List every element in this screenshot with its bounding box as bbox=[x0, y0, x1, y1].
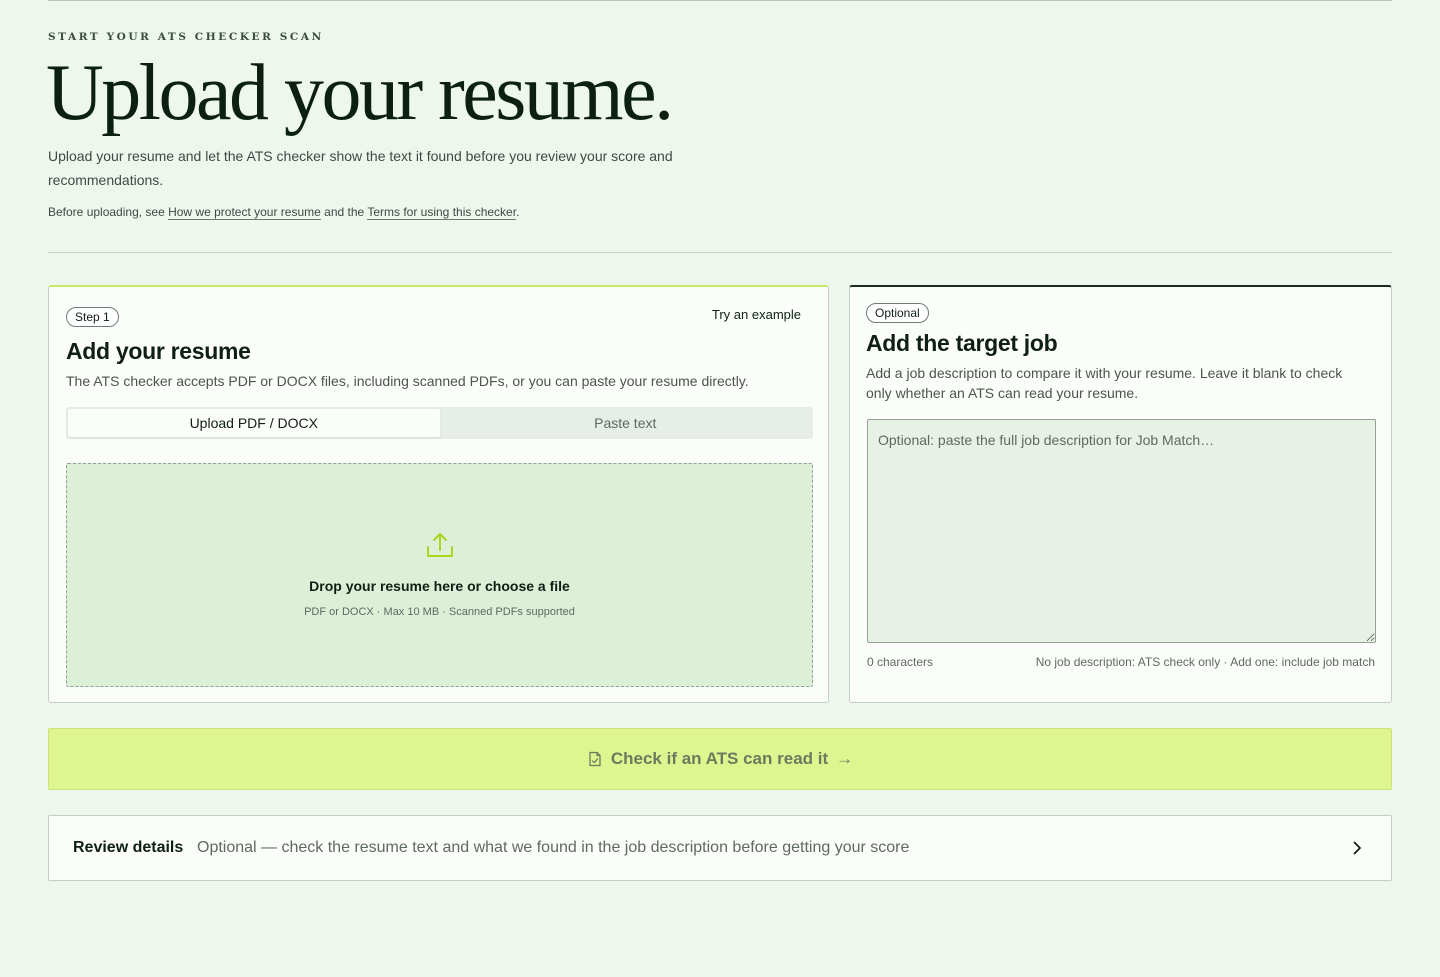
terms-link[interactable]: Terms for using this checker bbox=[367, 205, 517, 220]
job-card: Optional Add the target job Add a job de… bbox=[849, 285, 1392, 703]
tab-paste-text[interactable]: Paste text bbox=[440, 409, 812, 437]
tab-upload[interactable]: Upload PDF / DOCX bbox=[68, 409, 440, 437]
check-ats-button[interactable]: Check if an ATS can read it → bbox=[48, 728, 1392, 790]
note-middle: and the bbox=[320, 205, 368, 219]
job-card-title: Add the target job bbox=[866, 330, 1058, 356]
resume-card: Step 1 Try an example Add your resume Th… bbox=[48, 285, 829, 703]
job-card-description: Add a job description to compare it with… bbox=[866, 365, 1343, 401]
note-suffix: . bbox=[516, 205, 520, 219]
try-example-link[interactable]: Try an example bbox=[712, 307, 801, 322]
document-icon bbox=[589, 751, 601, 767]
page-title: Upload your resume. bbox=[46, 49, 674, 137]
check-ats-label: Check if an ATS can read it bbox=[610, 749, 829, 768]
review-details-description: Optional — check the resume text and wha… bbox=[197, 839, 910, 856]
step-badge: Step 1 bbox=[66, 307, 119, 327]
dropzone-meta: PDF or DOCX · Max 10 MB · Scanned PDFs s… bbox=[304, 606, 575, 618]
resume-card-description: The ATS checker accepts PDF or DOCX file… bbox=[66, 373, 749, 389]
top-divider bbox=[48, 0, 1392, 1]
dropzone-title: Drop your resume here or choose a file bbox=[309, 578, 570, 594]
section-divider bbox=[48, 252, 1392, 253]
job-match-hint: No job description: ATS check only · Add… bbox=[1035, 655, 1375, 669]
review-details-toggle[interactable]: Review details Optional — check the resu… bbox=[48, 815, 1392, 881]
note-prefix: Before uploading, see bbox=[48, 205, 169, 219]
resume-card-title: Add your resume bbox=[66, 338, 251, 364]
privacy-link[interactable]: How we protect your resume bbox=[168, 205, 321, 220]
job-description-input[interactable] bbox=[867, 419, 1376, 643]
review-details-title: Review details bbox=[73, 839, 184, 856]
resume-dropzone[interactable]: Drop your resume here or choose a file P… bbox=[66, 463, 813, 687]
page-subtitle: Upload your resume and let the ATS check… bbox=[48, 148, 673, 188]
optional-badge: Optional bbox=[866, 303, 929, 323]
privacy-note: Before uploading, see How we protect you… bbox=[48, 204, 519, 220]
upload-icon bbox=[427, 533, 453, 557]
chevron-right-icon bbox=[1353, 841, 1361, 855]
character-count: 0 characters bbox=[867, 655, 934, 669]
input-mode-tabs: Upload PDF / DOCX Paste text bbox=[66, 407, 813, 439]
eyebrow-label: START YOUR ATS CHECKER SCAN bbox=[48, 31, 324, 43]
arrow-right-icon: → bbox=[836, 749, 854, 768]
